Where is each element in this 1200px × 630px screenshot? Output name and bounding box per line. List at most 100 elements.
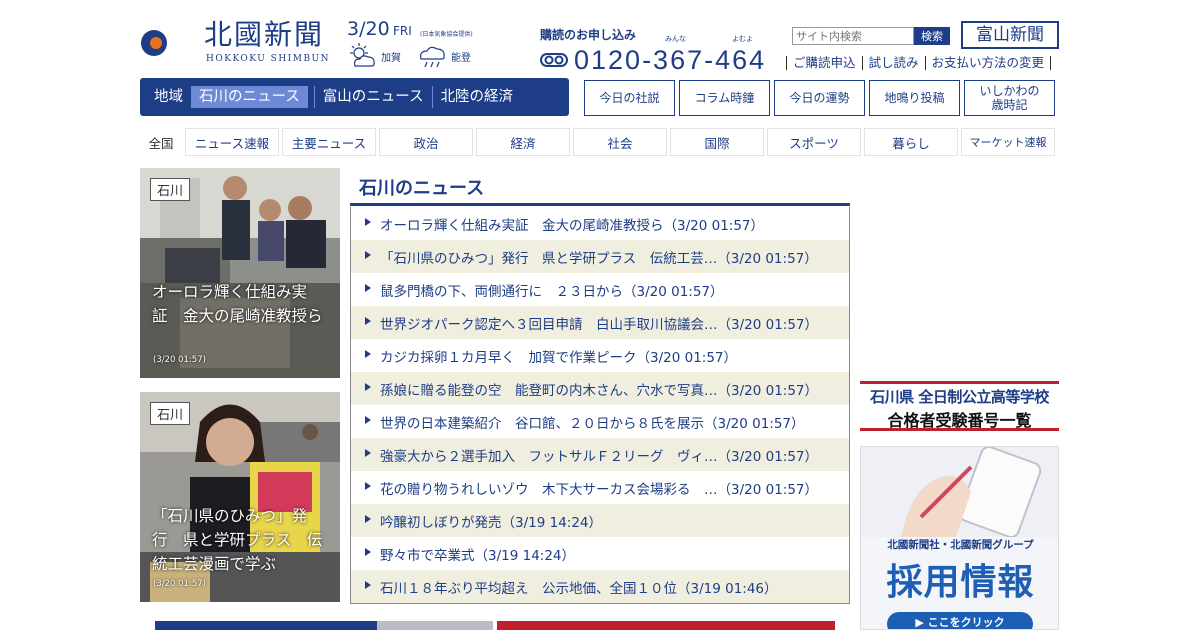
tab-economy[interactable]: 経済 (476, 128, 570, 156)
news-item[interactable]: 強豪大から２選手加入 フットサルＦ２リーグ ヴィ…（3/20 01:57） (351, 438, 849, 471)
tab-top-news[interactable]: 主要ニュース (282, 128, 376, 156)
photo-card[interactable]: 石川 オーロラ輝く仕組み実 証 金大の尾崎准教授ら (3/20 01:57) (140, 168, 340, 378)
news-item[interactable]: 花の贈り物うれしいゾウ 木下大サーカス会場彩る …（3/20 01:57） (351, 471, 849, 504)
tab-society[interactable]: 社会 (573, 128, 667, 156)
arrow-right-icon (365, 316, 371, 325)
logo-title: 北國新聞 (204, 18, 325, 51)
arrow-right-icon (365, 349, 371, 358)
exam-results-banner[interactable]: 石川県 全日制公立高等学校 合格者受験番号一覧 (860, 381, 1059, 431)
site-logo[interactable]: 北國新聞 HOKKOKU SHIMBUN (140, 16, 340, 66)
recruit-click-button[interactable]: ▶ ここをクリック (887, 612, 1033, 629)
weather-source: (日本気象協会提供) (420, 31, 473, 38)
hand-smartphone-illustration (861, 447, 1058, 537)
photo-timestamp: (3/20 01:57) (153, 579, 206, 589)
news-item-title[interactable]: 野々市で卒業式（3/19 14:24） (380, 544, 575, 564)
arrow-right-icon (365, 382, 371, 391)
news-item-title[interactable]: 鼠多門橋の下、両側通行に ２３日から（3/20 01:57） (380, 280, 724, 300)
news-section-title[interactable]: 石川のニュース (359, 174, 484, 200)
region-nav: 地域 石川のニュース 富山のニュース 北陸の経済 (140, 78, 569, 116)
site-search: 検索 (792, 27, 950, 45)
tab-hokuriku-economy[interactable]: 北陸の経済 (431, 86, 522, 108)
news-section-header: 石川のニュース (350, 166, 850, 206)
caption-line: 「石川県のひみつ」発 (152, 507, 308, 525)
photo-caption[interactable]: 「石川県のひみつ」発 行 県と学研プラス 伝 統工芸漫画で学ぶ (152, 504, 322, 576)
weather-area-label: 能登 (451, 52, 471, 64)
news-item[interactable]: オーロラ輝く仕組み実証 金大の尾崎准教授ら（3/20 01:57） (351, 207, 849, 240)
reader-posts-button[interactable]: 地鳴り投稿 (869, 80, 960, 116)
sunny-cloudy-icon (350, 43, 375, 67)
top-links: ご購読申込 試し読み お支払い方法の変更 (786, 56, 1052, 70)
news-item-title[interactable]: 吟醸初しぼりが発売（3/19 14:24） (380, 511, 602, 531)
photo-card[interactable]: 石川 「石川県のひみつ」発 行 県と学研プラス 伝 統工芸漫画で学ぶ (3/20… (140, 392, 340, 602)
category-all-label: 全国 (148, 135, 174, 151)
recruit-banner-title: 採用情報 (886, 562, 1035, 603)
photo-timestamp: (3/20 01:57) (153, 355, 206, 365)
news-item-title[interactable]: 世界の日本建築紹介 谷口館、２０日から８氏を展示（3/20 01:57） (380, 412, 805, 432)
tab-breaking-news[interactable]: ニュース速報 (185, 128, 279, 156)
news-item[interactable]: カジカ採卵１カ月早く 加賀で作業ピーク（3/20 01:57） (351, 339, 849, 372)
tab-ishikawa-news[interactable]: 石川のニュース (191, 86, 308, 108)
link-subscribe[interactable]: ご購読申込 (786, 56, 862, 70)
subscription-block[interactable]: 購読のお申し込み みんな よむよ 0120-367-464 (540, 24, 780, 76)
bottom-banner-left[interactable] (155, 621, 377, 630)
news-list: オーロラ輝く仕組み実証 金大の尾崎准教授ら（3/20 01:57） 「石川県のひ… (350, 207, 850, 604)
horoscope-button[interactable]: 今日の運勢 (774, 80, 865, 116)
tab-politics[interactable]: 政治 (379, 128, 473, 156)
recruit-banner[interactable]: 北國新聞社・北國新聞グループ 採用情報 ▶ ここをクリック (860, 446, 1059, 630)
bottom-banner-right[interactable] (497, 621, 835, 630)
tab-international[interactable]: 国際 (670, 128, 764, 156)
arrow-right-icon (365, 415, 371, 424)
region-label: 地域 (154, 89, 183, 105)
seasonal-calendar-button[interactable]: いしかわの 歳時記 (964, 80, 1055, 116)
caption-line: 統工芸漫画で学ぶ (152, 555, 277, 573)
weather-kaga[interactable]: 加賀 (347, 42, 401, 70)
search-button[interactable]: 検索 (914, 27, 950, 45)
editorial-button[interactable]: 今日の社説 (584, 80, 675, 116)
news-item[interactable]: 鼠多門橋の下、両側通行に ２３日から（3/20 01:57） (351, 273, 849, 306)
news-item-title[interactable]: オーロラ輝く仕組み実証 金大の尾崎准教授ら（3/20 01:57） (380, 214, 764, 234)
tab-lifestyle[interactable]: 暮らし (864, 128, 958, 156)
weather-area-label: 加賀 (381, 52, 401, 64)
region-tag: 石川 (150, 402, 191, 425)
news-item[interactable]: 吟醸初しぼりが発売（3/19 14:24） (351, 504, 849, 537)
phone-ruby-left: みんな (665, 35, 686, 43)
news-item[interactable]: 石川１８年ぶり平均超え 公示地価、全国１０位（3/19 01:46） (351, 570, 849, 603)
caption-line: オーロラ輝く仕組み実 (152, 283, 308, 301)
news-item-title[interactable]: 世界ジオパーク認定へ３回目申請 白山手取川協議会…（3/20 01:57） (380, 313, 818, 333)
news-item[interactable]: 野々市で卒業式（3/19 14:24） (351, 537, 849, 570)
date-weekday: FRI (393, 24, 412, 38)
news-item-title[interactable]: カジカ採卵１カ月早く 加賀で作業ピーク（3/20 01:57） (380, 346, 737, 366)
link-payment[interactable]: お支払い方法の変更 (924, 56, 1052, 70)
photo-caption[interactable]: オーロラ輝く仕組み実 証 金大の尾崎准教授ら (152, 280, 323, 328)
toyama-shimbun-link[interactable]: 富山新聞 (961, 21, 1059, 49)
search-input[interactable] (792, 27, 914, 45)
column-jisho-button[interactable]: コラム時鐘 (679, 80, 770, 116)
news-item[interactable]: 世界ジオパーク認定へ３回目申請 白山手取川協議会…（3/20 01:57） (351, 306, 849, 339)
exam-banner-line1: 石川県 全日制公立高等学校 (870, 388, 1049, 406)
weather-noto[interactable]: 能登 (417, 42, 471, 70)
news-item[interactable]: 「石川県のひみつ」発行 県と学研プラス 伝統工芸…（3/20 01:57） (351, 240, 849, 273)
feature-buttons: 今日の社説 コラム時鐘 今日の運勢 地鳴り投稿 いしかわの 歳時記 (584, 80, 1059, 116)
arrow-right-icon (365, 448, 371, 457)
tab-market-news[interactable]: マーケット速報 (961, 128, 1055, 156)
link-trial[interactable]: 試し読み (861, 56, 925, 70)
bottom-banner-photo[interactable] (377, 621, 493, 630)
news-item[interactable]: 孫娘に贈る能登の空 能登町の内木さん、穴水で写真…（3/20 01:57） (351, 372, 849, 405)
news-item-title[interactable]: 石川１８年ぶり平均超え 公示地価、全国１０位（3/19 01:46） (380, 577, 778, 597)
phone-ruby-right: よむよ (732, 35, 753, 43)
recruit-banner-line1: 北國新聞社・北國新聞グループ (887, 539, 1034, 551)
news-item[interactable]: 世界の日本建築紹介 谷口館、２０日から８氏を展示（3/20 01:57） (351, 405, 849, 438)
news-item-title[interactable]: 「石川県のひみつ」発行 県と学研プラス 伝統工芸…（3/20 01:57） (380, 247, 818, 267)
arrow-right-icon (365, 580, 371, 589)
arrow-right-icon (365, 481, 371, 490)
news-item-title[interactable]: 花の贈り物うれしいゾウ 木下大サーカス会場彩る …（3/20 01:57） (380, 478, 818, 498)
date-weather: 3/20 FRI (日本気象協会提供) 加賀 能登 (347, 18, 497, 73)
tab-toyama-news[interactable]: 富山のニュース (313, 86, 432, 108)
phone-number[interactable]: 0120-367-464 (574, 44, 766, 76)
arrow-right-icon (365, 547, 371, 556)
tab-sports[interactable]: スポーツ (767, 128, 861, 156)
arrow-right-icon (365, 283, 371, 292)
arrow-right-icon (365, 514, 371, 523)
news-item-title[interactable]: 強豪大から２選手加入 フットサルＦ２リーグ ヴィ…（3/20 01:57） (380, 445, 818, 465)
news-item-title[interactable]: 孫娘に贈る能登の空 能登町の内木さん、穴水で写真…（3/20 01:57） (380, 379, 818, 399)
